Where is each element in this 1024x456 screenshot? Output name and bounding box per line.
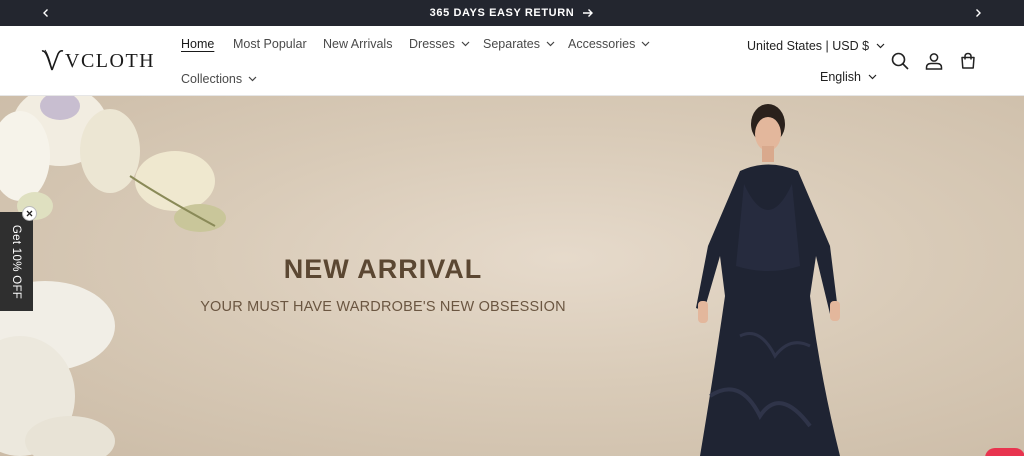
- nav-item-new-arrivals[interactable]: New Arrivals: [323, 37, 392, 51]
- discount-close-button[interactable]: [22, 206, 37, 221]
- language-selector[interactable]: English: [820, 70, 877, 84]
- cart-button[interactable]: [957, 50, 979, 72]
- hero-banner[interactable]: NEW ARRIVAL YOUR MUST HAVE WARDROBE'S NE…: [0, 96, 1024, 456]
- chevron-down-icon: [461, 41, 470, 47]
- nav-item-label: Most Popular: [233, 37, 307, 51]
- model-photo-image: [696, 104, 840, 456]
- country-currency-selector[interactable]: United States | USD $: [747, 39, 885, 53]
- nav-item-label: Dresses: [409, 37, 455, 51]
- announcement-text: 365 DAYS EASY RETURN: [429, 7, 575, 19]
- site-header: VCLOTH Home Most Popular New Arrivals Dr…: [0, 26, 1024, 96]
- chevron-down-icon: [876, 43, 885, 49]
- chevron-down-icon: [868, 74, 877, 80]
- search-button[interactable]: [889, 50, 911, 72]
- search-icon: [891, 52, 909, 70]
- discount-tab-label-wrap: Get 10% OFF: [0, 212, 33, 311]
- nav-item-label: Separates: [483, 37, 540, 51]
- account-icon: [925, 53, 943, 70]
- announcement-message-link[interactable]: 365 DAYS EASY RETURN: [0, 0, 1024, 26]
- logo-text: VCLOTH: [65, 49, 156, 72]
- chevron-down-icon: [546, 41, 555, 47]
- chevron-down-icon: [248, 76, 257, 82]
- nav-item-label: Home: [181, 37, 215, 51]
- hero-subtitle: YOUR MUST HAVE WARDROBE'S NEW OBSESSION: [200, 299, 566, 315]
- chat-widget-button[interactable]: [985, 448, 1024, 456]
- nav-item-collections[interactable]: Collections: [181, 72, 257, 86]
- discount-tab-label: Get 10% OFF: [10, 224, 23, 299]
- cart-icon: [961, 52, 975, 69]
- nav-item-most-popular[interactable]: Most Popular: [233, 37, 307, 51]
- logo-mark-icon: [41, 49, 64, 71]
- announcement-next-button[interactable]: [963, 0, 993, 26]
- language-label: English: [820, 70, 861, 84]
- nav-item-separates[interactable]: Separates: [483, 37, 555, 51]
- arrow-right-icon: [583, 9, 594, 17]
- chevron-down-icon: [641, 41, 650, 47]
- brand-logo[interactable]: VCLOTH: [40, 48, 155, 74]
- chevron-right-icon: [976, 9, 981, 17]
- discount-tab[interactable]: Get 10% OFF: [0, 212, 33, 311]
- nav-item-home[interactable]: Home: [181, 37, 214, 51]
- nav-item-accessories[interactable]: Accessories: [568, 37, 650, 51]
- country-currency-label: United States | USD $: [747, 39, 870, 53]
- announcement-bar: 365 DAYS EASY RETURN: [0, 0, 1024, 26]
- nav-item-dresses[interactable]: Dresses: [409, 37, 470, 51]
- nav-item-label: New Arrivals: [323, 37, 393, 51]
- account-button[interactable]: [923, 50, 945, 72]
- nav-item-label: Accessories: [568, 37, 636, 51]
- hero-title: NEW ARRIVAL: [283, 254, 483, 284]
- nav-item-label: Collections: [181, 72, 243, 86]
- close-icon: [26, 210, 33, 217]
